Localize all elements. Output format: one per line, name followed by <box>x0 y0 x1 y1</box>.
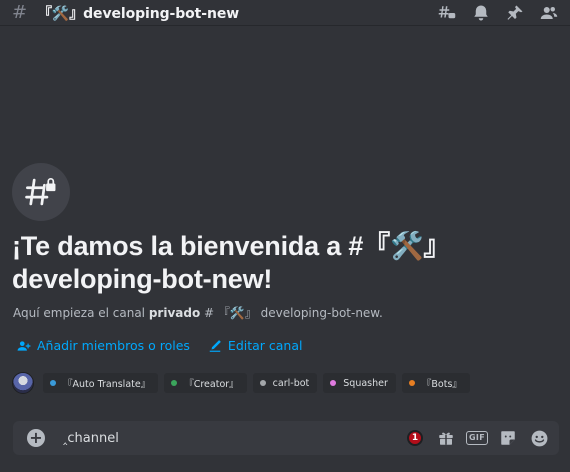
welcome-title: ¡Te damos la bienvenida a #『🛠️』developin… <box>12 231 451 294</box>
subtitle-prefix: Aquí empieza el canal <box>13 306 149 320</box>
bot-chip-label: carl-bot <box>272 377 310 389</box>
sticker-icon[interactable] <box>498 428 518 448</box>
welcome-actions: Añadir miembros o roles Editar canal <box>17 338 303 353</box>
hashtag-icon: # <box>12 2 28 23</box>
welcome-subtitle: Aquí empieza el canal privado # 『🛠️』 dev… <box>13 304 553 321</box>
bot-chip-squasher[interactable]: Squasher <box>323 373 396 393</box>
pin-icon[interactable] <box>504 2 526 24</box>
gif-label: GIF <box>466 431 488 445</box>
role-dot <box>259 380 266 386</box>
gif-icon[interactable]: GIF <box>466 428 488 448</box>
channel-content: ¡Te damos la bienvenida a #『🛠️』developin… <box>0 27 570 472</box>
nitro-badge-icon[interactable]: 1 <box>405 428 425 448</box>
bot-chip-label: 『Auto Translate』 <box>63 379 151 390</box>
role-dot <box>171 380 178 386</box>
member-list-icon[interactable] <box>538 2 560 24</box>
pencil-icon <box>209 339 221 352</box>
bot-chip-creator[interactable]: 『Creator』 <box>164 373 247 393</box>
subtitle-private: privado <box>148 306 201 320</box>
bot-chip-label: Squasher <box>343 377 388 389</box>
attach-plus-icon[interactable]: + <box>27 429 45 447</box>
channel-title: 『🛠️』developing-bot-new <box>38 5 240 22</box>
bot-chip-auto-translate[interactable]: 『Auto Translate』 <box>43 373 159 393</box>
edit-channel-label: Editar canal <box>227 338 303 353</box>
bot-chip-bots[interactable]: 『Bots』 <box>401 373 470 393</box>
role-dot <box>408 380 415 386</box>
bell-icon[interactable] <box>470 2 492 24</box>
threads-icon[interactable] <box>436 2 458 24</box>
role-dot <box>50 380 56 386</box>
emoji-icon[interactable] <box>529 428 549 448</box>
avatar[interactable] <box>12 372 34 394</box>
bot-chip-label: 『Bots』 <box>421 379 462 390</box>
add-members-label: Añadir miembros o roles <box>37 338 190 353</box>
message-composer: + 1 GIF <box>13 421 559 455</box>
bot-chip-label: 『Creator』 <box>184 379 239 390</box>
composer-icons: 1 GIF <box>394 428 549 448</box>
message-input[interactable] <box>63 430 394 446</box>
bot-list: 『Auto Translate』 『Creator』 carl-bot Squa… <box>12 372 476 394</box>
notification-badge: 1 <box>407 430 423 446</box>
bot-chip-carl-bot[interactable]: carl-bot <box>252 373 318 393</box>
subtitle-suffix: # 『🛠️』 developing-bot-new. <box>200 306 383 320</box>
add-member-icon <box>17 340 31 351</box>
private-channel-icon <box>12 163 70 221</box>
gift-icon[interactable] <box>436 428 456 448</box>
edit-channel-link[interactable]: Editar canal <box>208 338 303 353</box>
add-members-link[interactable]: Añadir miembros o roles <box>17 338 190 353</box>
role-dot <box>330 380 337 386</box>
channel-header: # 『🛠️』developing-bot-new <box>0 0 570 26</box>
